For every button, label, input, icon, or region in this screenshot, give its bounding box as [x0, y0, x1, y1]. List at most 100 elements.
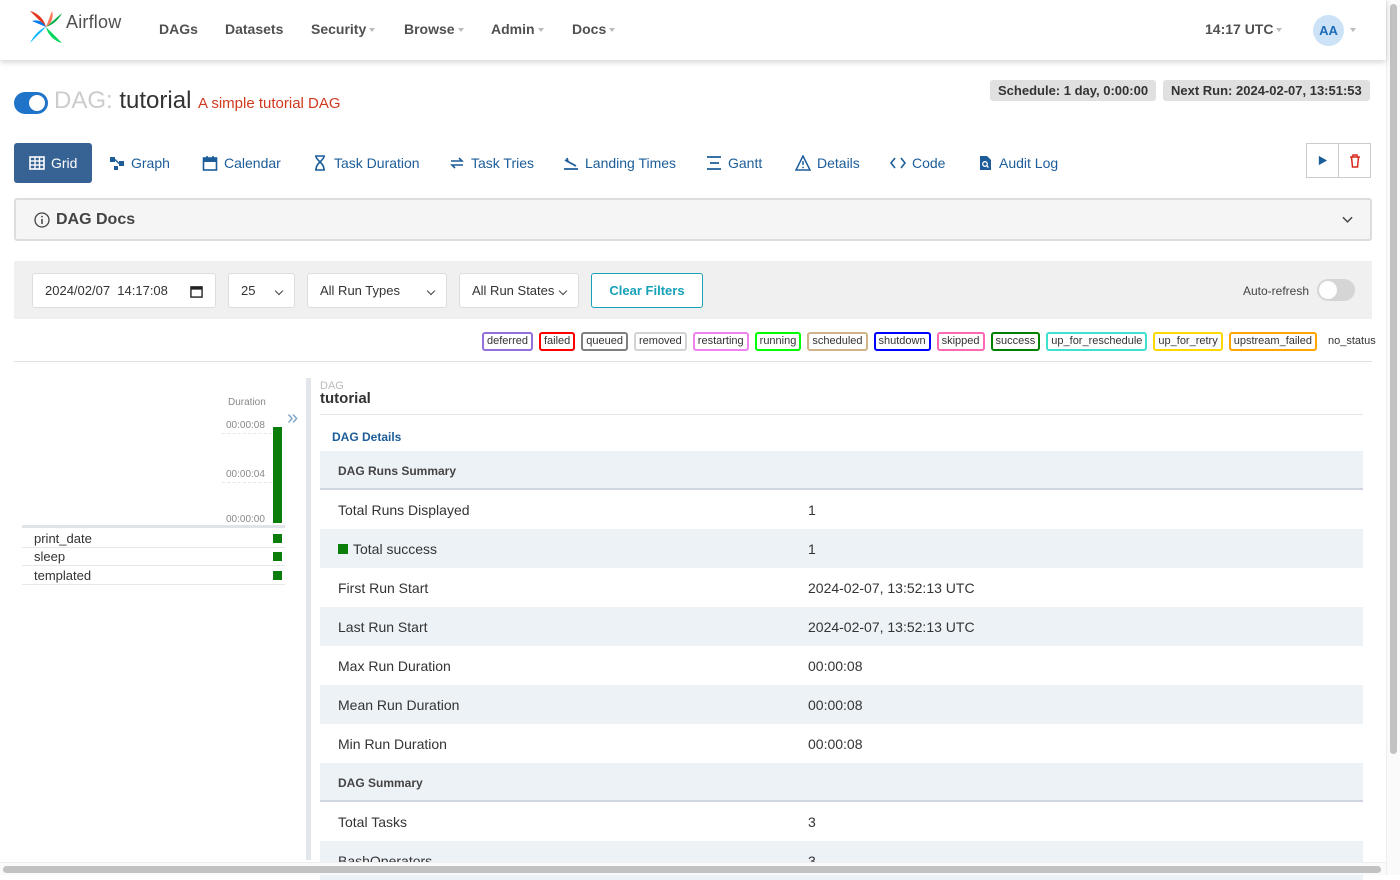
- tab-task-duration[interactable]: Task Duration: [312, 143, 420, 183]
- trigger-dag-button[interactable]: [1306, 143, 1339, 178]
- tab-details[interactable]: Details: [795, 143, 860, 183]
- utc-clock[interactable]: 14:17 UTC: [1205, 21, 1282, 37]
- audit-log-icon: [980, 156, 991, 170]
- summary-value: 1: [808, 502, 816, 518]
- task-instance-square[interactable]: [273, 552, 282, 561]
- tab-task-tries[interactable]: Task Tries: [449, 143, 534, 183]
- dag-docs-title: DAG Docs: [56, 211, 136, 228]
- task-instance-square[interactable]: [273, 571, 282, 580]
- summary-row: Min Run Duration 00:00:08: [320, 724, 1363, 763]
- dag-run-duration-bar[interactable]: [273, 427, 282, 523]
- summary-key: Last Run Start: [338, 619, 428, 635]
- tab-graph[interactable]: Graph: [109, 143, 170, 183]
- details-title: tutorial: [320, 390, 371, 407]
- legend-removed[interactable]: removed: [634, 332, 687, 351]
- timeline-axis: [22, 525, 285, 528]
- divider: [14, 361, 1372, 362]
- summary-section-header: DAG Runs Summary: [320, 451, 1363, 490]
- delete-dag-button[interactable]: [1338, 143, 1371, 178]
- info-icon: [34, 212, 50, 228]
- auto-refresh-label: Auto-refresh: [1243, 284, 1310, 298]
- tab-code[interactable]: Code: [890, 143, 945, 183]
- task-row[interactable]: sleep: [22, 548, 285, 566]
- legend-deferred[interactable]: deferred: [482, 332, 533, 351]
- nav-docs[interactable]: Docs: [572, 21, 615, 37]
- landing-icon: [564, 157, 578, 170]
- schedule-badge: Schedule: 1 day, 0:00:00: [990, 80, 1157, 101]
- dag-pause-toggle[interactable]: [14, 92, 48, 114]
- clear-filters-button[interactable]: Clear Filters: [591, 273, 703, 308]
- legend-running[interactable]: running: [754, 332, 802, 351]
- legend-success[interactable]: success: [990, 332, 1041, 351]
- run-state-select[interactable]: All Run States: [459, 273, 579, 308]
- summary-row: First Run Start 2024-02-07, 13:52:13 UTC: [320, 568, 1363, 607]
- panel-resizer[interactable]: [306, 378, 311, 860]
- legend-queued[interactable]: queued: [581, 332, 628, 351]
- dag-details-link[interactable]: DAG Details: [332, 430, 401, 444]
- grid-icon: [29, 156, 45, 170]
- gantt-icon: [707, 156, 721, 170]
- legend-scheduled[interactable]: scheduled: [807, 332, 868, 351]
- collapse-details-icon[interactable]: »: [287, 407, 298, 430]
- summary-key: Total Runs Displayed: [338, 502, 470, 518]
- dag-docs-accordion[interactable]: DAG Docs: [14, 198, 1372, 241]
- nav-dags[interactable]: DAGs: [159, 21, 198, 37]
- summary-key: Total success: [353, 541, 438, 557]
- tab-audit-log[interactable]: Audit Log: [977, 143, 1058, 183]
- grid-line: [222, 482, 272, 483]
- tab-gantt[interactable]: Gantt: [706, 143, 762, 183]
- summary-row: Max Run Duration 00:00:08: [320, 646, 1363, 685]
- legend-up-for-reschedule[interactable]: up_for_reschedule: [1046, 332, 1148, 351]
- warning-icon: [795, 155, 811, 171]
- summary-value: 00:00:08: [808, 697, 863, 713]
- legend-upstream-failed[interactable]: upstream_failed: [1228, 332, 1317, 351]
- summary-key: DAG Summary: [338, 776, 423, 790]
- brand-link[interactable]: Airflow: [28, 9, 121, 45]
- run-type-select[interactable]: All Run Types: [307, 273, 447, 308]
- calendar-picker-icon[interactable]: [190, 285, 203, 298]
- legend-up-for-retry[interactable]: up_for_retry: [1153, 332, 1223, 351]
- summary-row: Total success 1: [320, 529, 1363, 568]
- duration-tick: 00:00:00: [226, 514, 265, 525]
- auto-refresh-toggle[interactable]: [1317, 279, 1355, 301]
- chevron-down-icon: [1342, 216, 1353, 223]
- nav-datasets[interactable]: Datasets: [225, 21, 283, 37]
- task-row[interactable]: templated: [22, 567, 285, 585]
- summary-row: Total Runs Displayed 1: [320, 490, 1363, 529]
- tab-calendar[interactable]: Calendar: [202, 143, 281, 183]
- legend-failed[interactable]: failed: [538, 332, 576, 351]
- legend-shutdown[interactable]: shutdown: [873, 332, 931, 351]
- chevron-down-icon: [426, 286, 436, 296]
- horizontal-scrollbar[interactable]: [0, 862, 1386, 875]
- tab-grid[interactable]: Grid: [14, 143, 93, 183]
- user-avatar[interactable]: AA: [1313, 15, 1344, 46]
- grid-line: [222, 433, 272, 434]
- dag-name: tutorial: [119, 87, 192, 114]
- task-instance-square[interactable]: [273, 534, 282, 543]
- trash-icon: [1349, 153, 1360, 168]
- base-date-input[interactable]: 2024/02/07 14:17:08: [32, 273, 216, 308]
- summary-key: Mean Run Duration: [338, 697, 460, 713]
- summary-value: 1: [808, 541, 816, 557]
- summary-row: Total Tasks 3: [320, 802, 1363, 841]
- tab-landing-times[interactable]: Landing Times: [563, 143, 676, 183]
- legend-restarting[interactable]: restarting: [692, 332, 749, 351]
- nav-security[interactable]: Security: [311, 21, 375, 37]
- chevron-down-icon: [558, 286, 568, 296]
- duration-tick: 00:00:08: [226, 420, 265, 431]
- task-row[interactable]: print_date: [22, 530, 285, 548]
- hourglass-icon: [315, 155, 325, 171]
- nav-browse[interactable]: Browse: [404, 21, 464, 37]
- chevron-down-icon: [1350, 28, 1356, 32]
- duration-tick: 00:00:04: [226, 469, 265, 480]
- duration-label: Duration: [228, 397, 266, 408]
- summary-section-header: DAG Summary: [320, 763, 1363, 802]
- num-runs-select[interactable]: 25: [228, 273, 295, 308]
- summary-key: Max Run Duration: [338, 658, 451, 674]
- legend-skipped[interactable]: skipped: [936, 332, 985, 351]
- summary-value: 3: [808, 814, 816, 830]
- summary-value: 2024-02-07, 13:52:13 UTC: [808, 580, 975, 596]
- nav-admin[interactable]: Admin: [491, 21, 544, 37]
- vertical-scrollbar[interactable]: [1386, 0, 1400, 875]
- legend-no-status[interactable]: no_status: [1323, 332, 1381, 351]
